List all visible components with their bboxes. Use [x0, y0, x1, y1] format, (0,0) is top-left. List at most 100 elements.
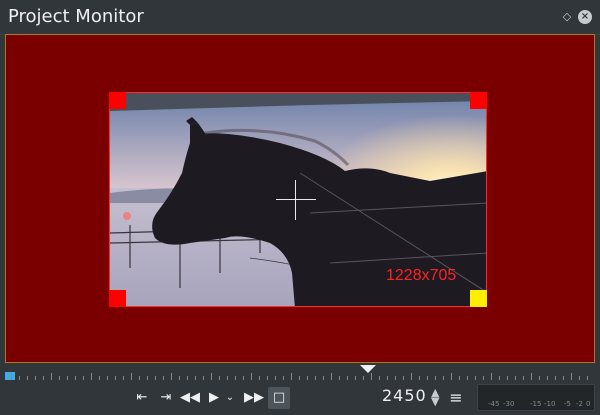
- ruler-tick: [563, 376, 564, 380]
- ruler-tick: [363, 376, 364, 380]
- ruler-tick: [419, 376, 420, 380]
- rewind-button[interactable]: ◀◀: [179, 387, 201, 409]
- close-button[interactable]: ×: [578, 10, 592, 24]
- zone-marker[interactable]: [5, 372, 15, 380]
- ruler-tick: [139, 376, 140, 380]
- ruler-tick: [211, 373, 212, 380]
- project-monitor-window: Project Monitor ◇ × 1228x705 ⇤ ⇥ ◀◀ ▶ ⌄ …: [0, 0, 600, 415]
- ruler-tick: [203, 376, 204, 380]
- play-options-button[interactable]: ⌄: [223, 387, 237, 409]
- audio-scale-label: -30: [503, 400, 515, 408]
- play-button[interactable]: ▶: [203, 387, 225, 409]
- resize-handle-bottom-left[interactable]: [109, 290, 126, 307]
- ruler-tick: [539, 376, 540, 380]
- edit-mode-button[interactable]: □: [268, 387, 290, 409]
- ruler-tick: [347, 376, 348, 380]
- ruler-tick: [259, 376, 260, 380]
- ruler-tick: [251, 373, 252, 380]
- ruler-tick: [171, 373, 172, 380]
- ruler-tick: [587, 376, 588, 380]
- ruler-tick: [275, 376, 276, 380]
- crosshair-icon: [276, 180, 316, 220]
- ruler-tick: [299, 376, 300, 380]
- ruler-tick: [411, 373, 412, 380]
- window-title: Project Monitor: [8, 6, 144, 27]
- ruler-tick: [531, 373, 532, 380]
- resize-handle-bottom-right[interactable]: [470, 290, 487, 307]
- ruler-tick: [179, 376, 180, 380]
- ruler-tick: [499, 376, 500, 380]
- ruler-tick: [35, 376, 36, 380]
- chevron-down-icon: ⌄: [225, 392, 235, 403]
- ruler-tick: [483, 376, 484, 380]
- ruler-tick: [51, 373, 52, 380]
- ruler-tick: [547, 376, 548, 380]
- resize-handle-top-left[interactable]: [109, 92, 126, 109]
- ruler-tick: [459, 376, 460, 380]
- ruler-tick: [379, 376, 380, 380]
- timeline-ruler[interactable]: [5, 364, 595, 384]
- ruler-tick: [27, 376, 28, 380]
- title-bar[interactable]: Project Monitor ◇ ×: [0, 0, 600, 35]
- ruler-tick: [579, 376, 580, 380]
- ruler-tick: [331, 373, 332, 380]
- audio-scale-label: -2: [576, 400, 583, 408]
- frame-dimensions-label: 1228x705: [386, 267, 457, 284]
- ruler-tick: [43, 376, 44, 380]
- audio-scale-label: 0: [586, 400, 591, 408]
- ruler-tick: [283, 376, 284, 380]
- ruler-tick: [371, 373, 372, 380]
- audio-scale-label: -15: [530, 400, 542, 408]
- playhead-marker[interactable]: [360, 365, 376, 373]
- ruler-tick: [467, 376, 468, 380]
- ruler-tick: [131, 373, 132, 380]
- ruler-tick: [155, 376, 156, 380]
- ruler-tick: [435, 376, 436, 380]
- ruler-tick: [323, 376, 324, 380]
- ruler-tick: [307, 376, 308, 380]
- ruler-tick: [475, 376, 476, 380]
- ruler-tick: [427, 376, 428, 380]
- ruler-tick: [267, 376, 268, 380]
- audio-scale-label: -45: [488, 400, 500, 408]
- hamburger-menu-icon: ≡: [449, 388, 463, 407]
- play-icon: ▶: [209, 390, 219, 405]
- ruler-tick: [571, 373, 572, 380]
- ruler-tick: [507, 376, 508, 380]
- ruler-tick: [83, 376, 84, 380]
- monitor-view[interactable]: 1228x705: [5, 34, 595, 363]
- ruler-tick: [115, 376, 116, 380]
- ruler-tick: [555, 376, 556, 380]
- menu-button[interactable]: ≡: [445, 387, 467, 409]
- resize-handle-top-right[interactable]: [470, 92, 487, 109]
- set-zone-out-button[interactable]: ⇥: [155, 387, 177, 409]
- float-button[interactable]: ◇: [560, 10, 574, 24]
- ruler-tick: [515, 376, 516, 380]
- timecode-spinner[interactable]: ▲ ▼: [431, 387, 439, 407]
- ruler-tick: [387, 376, 388, 380]
- ruler-tick: [315, 376, 316, 380]
- timecode-field[interactable]: 2450: [382, 386, 427, 405]
- ruler-tick: [195, 376, 196, 380]
- ruler-tick: [291, 373, 292, 380]
- close-icon: ×: [580, 11, 590, 22]
- audio-scale-label: -5: [564, 400, 571, 408]
- ruler-tick: [403, 376, 404, 380]
- ruler-tick: [451, 373, 452, 380]
- ruler-tick: [227, 376, 228, 380]
- ruler-tick: [235, 376, 236, 380]
- zone-out-icon: ⇥: [160, 390, 172, 405]
- ruler-tick: [75, 376, 76, 380]
- ruler-tick: [123, 376, 124, 380]
- ruler-tick: [523, 376, 524, 380]
- fast-forward-button[interactable]: ▶▶: [243, 387, 265, 409]
- ruler-tick: [243, 376, 244, 380]
- ruler-tick: [11, 373, 12, 380]
- set-zone-in-button[interactable]: ⇤: [131, 387, 153, 409]
- ruler-tick: [163, 376, 164, 380]
- ruler-tick: [355, 376, 356, 380]
- transform-icon: □: [272, 390, 286, 405]
- ruler-tick: [107, 376, 108, 380]
- ruler-tick: [91, 373, 92, 380]
- monitor-toolbar: ⇤ ⇥ ◀◀ ▶ ⌄ ▶▶ □ 2450 ▲ ▼ ≡ -45 -30 -15 -1…: [5, 384, 595, 411]
